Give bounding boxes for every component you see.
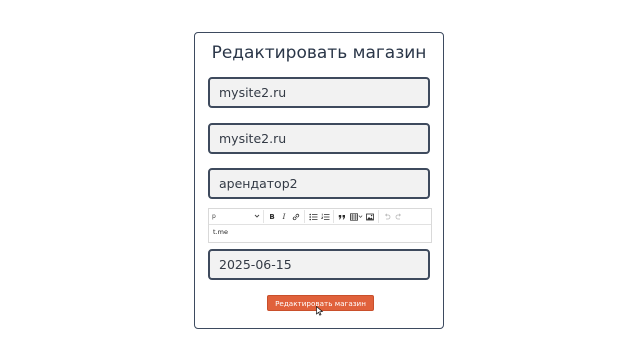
redo-icon[interactable] [393, 211, 405, 223]
domain-input[interactable] [208, 77, 430, 108]
page-title: Редактировать магазин [211, 43, 427, 63]
chevron-down-icon [254, 213, 260, 221]
name-input[interactable] [208, 123, 430, 154]
bold-icon[interactable]: B [266, 211, 278, 223]
italic-icon[interactable]: I [278, 211, 290, 223]
block-format-label: p [212, 213, 216, 220]
mouse-pointer-icon [316, 306, 324, 316]
table-icon[interactable] [348, 211, 364, 223]
block-format-select[interactable]: p [209, 210, 264, 223]
insert-group [334, 210, 379, 223]
image-icon[interactable] [364, 211, 376, 223]
history-group [379, 210, 407, 223]
tenant-input[interactable] [208, 168, 430, 199]
rich-text-editor: p B I t.me [208, 208, 432, 243]
editor-content[interactable]: t.me [209, 225, 431, 239]
bullet-list-icon[interactable] [307, 211, 319, 223]
edit-shop-form: Редактировать магазин p B I [194, 32, 444, 329]
undo-icon[interactable] [381, 211, 393, 223]
blockquote-icon[interactable] [336, 211, 348, 223]
link-icon[interactable] [290, 211, 302, 223]
editor-toolbar: p B I [209, 209, 431, 225]
list-group [305, 210, 334, 223]
date-input[interactable] [208, 249, 430, 280]
numbered-list-icon[interactable] [319, 211, 331, 223]
format-group: B I [264, 210, 305, 223]
